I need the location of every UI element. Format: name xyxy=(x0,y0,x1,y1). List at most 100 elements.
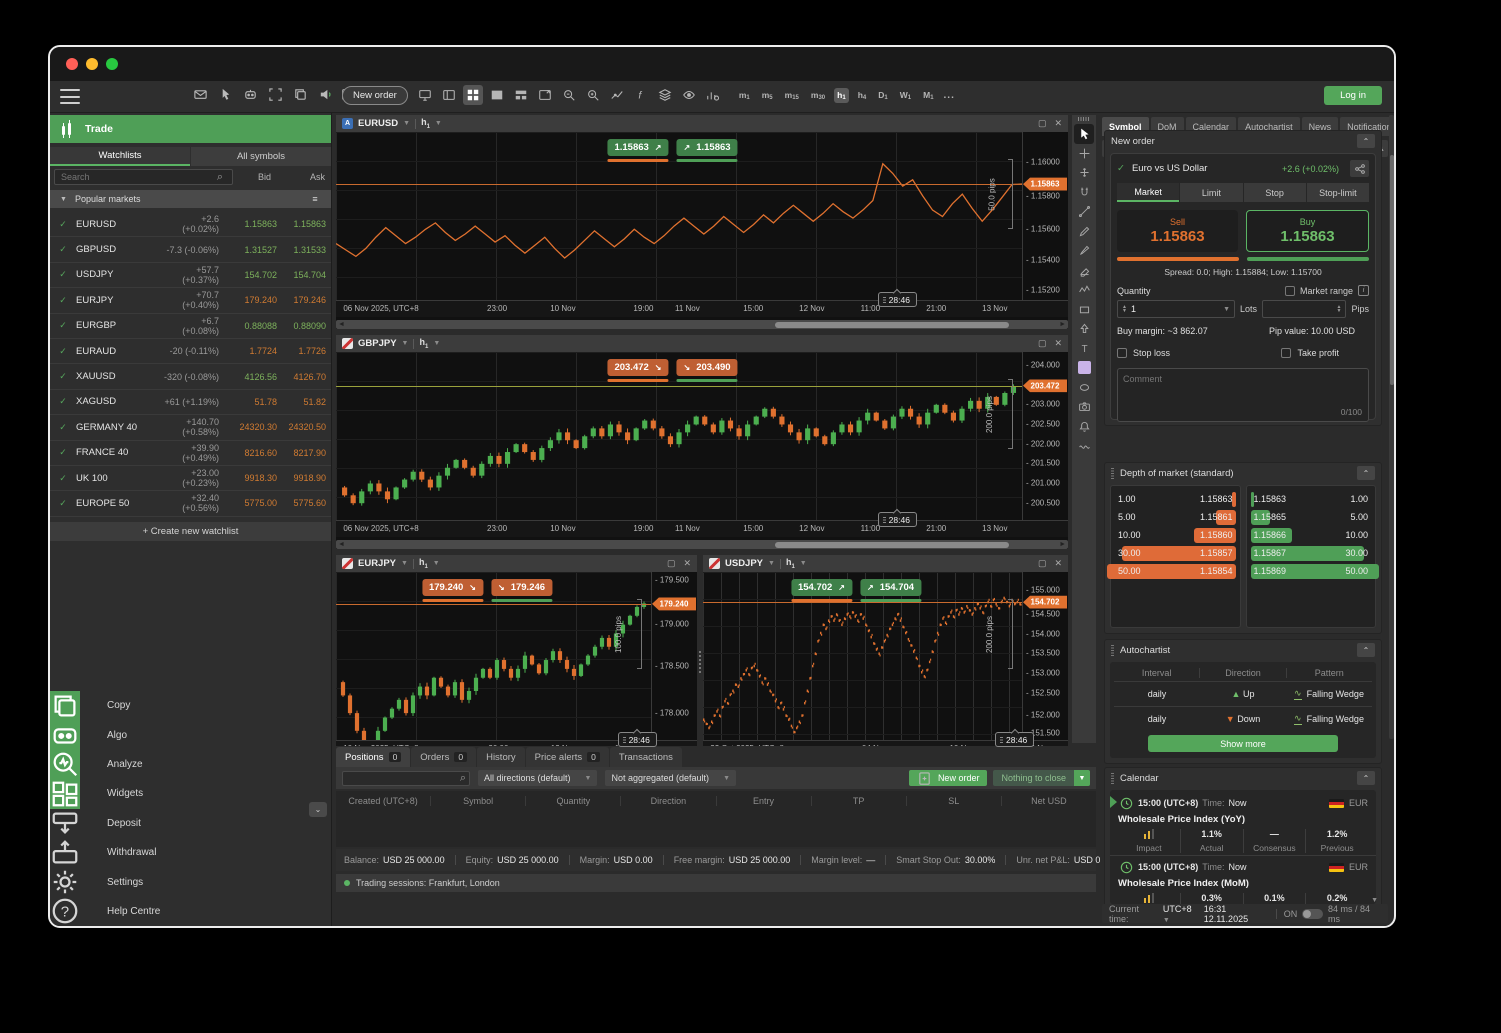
timezone-select[interactable]: UTC+8 ▼ xyxy=(1163,904,1199,924)
zoom-window-button[interactable] xyxy=(106,58,118,70)
bot-icon[interactable] xyxy=(242,86,258,102)
close-chart-button[interactable]: ✕ xyxy=(1054,338,1062,349)
strip-drag-handle[interactable] xyxy=(1078,117,1090,121)
crosshair-tool-icon[interactable] xyxy=(1074,144,1094,164)
watchlist-row-eurusd[interactable]: ✓EURUSD+2.6 (+0.02%)1.158631.15863 xyxy=(50,212,331,237)
sidebar-item-analyze[interactable]: Analyze xyxy=(50,750,331,779)
expand-tool-icon[interactable] xyxy=(535,85,555,105)
dom-bid-row[interactable]: 10.001.15860 xyxy=(1111,526,1240,544)
dom-ask-row[interactable]: 1.1586950.00 xyxy=(1247,562,1376,580)
drag-handle[interactable] xyxy=(1111,772,1114,784)
create-watchlist-button[interactable]: + Create new watchlist xyxy=(50,522,331,541)
quantity-stepper[interactable]: ▲▼ ▼ xyxy=(1117,300,1235,318)
chart-timeframe[interactable]: h1 xyxy=(421,117,430,130)
trend-tool-icon[interactable] xyxy=(607,85,627,105)
hamburger-menu-button[interactable] xyxy=(60,89,80,104)
watchlist-row-france-40[interactable]: ✓FRANCE 40+39.90 (+0.49%)8216.608217.90 xyxy=(50,441,331,466)
sidebar-scroll-down-button[interactable]: ⌄ xyxy=(309,802,327,817)
time-axis[interactable]: 06 Nov 2025, UTC+823:0010 Nov19:0011 Nov… xyxy=(336,300,1068,317)
price-axis[interactable]: 204.000203.000202.500202.000201.500201.0… xyxy=(1022,352,1068,520)
watchlist-row-germany-40[interactable]: ✓GERMANY 40+140.70 (+0.58%)24320.3024320… xyxy=(50,415,331,440)
tab-positions[interactable]: Positions0 xyxy=(336,747,410,767)
sell-quote-button[interactable]: 1.15863↗ xyxy=(607,139,668,156)
timeframe-m30[interactable]: m30 xyxy=(808,88,828,103)
linetool-tool-icon[interactable] xyxy=(1074,202,1094,222)
stepper-arrows-icon[interactable]: ▲▼ xyxy=(1122,305,1127,313)
autochartist-row[interactable]: daily▲ Up∿ Falling Wedge xyxy=(1114,681,1372,706)
scrollbar-thumb[interactable] xyxy=(775,322,1009,328)
dom-bid-row[interactable]: 50.001.15854 xyxy=(1111,562,1240,580)
func-tool-icon[interactable]: f xyxy=(631,85,651,105)
pointer-icon[interactable] xyxy=(217,86,233,102)
list-menu-icon[interactable]: ≡ xyxy=(307,191,323,207)
autochartist-row[interactable]: daily▼ Down∿ Falling Wedge xyxy=(1114,706,1372,731)
dom-bid-row[interactable]: 1.001.15863 xyxy=(1111,490,1240,508)
chart-timeframe[interactable]: h1 xyxy=(419,337,428,350)
chart-plot[interactable]: 154.702↗↗154.704200.0 pips xyxy=(703,572,1022,740)
patternz-tool-icon[interactable] xyxy=(1074,280,1094,300)
chart-plot[interactable]: 203.472↘↘203.490200.0 pips xyxy=(336,352,1022,520)
chart-scrollbar[interactable] xyxy=(336,320,1068,329)
collapse-button[interactable]: ⌃ xyxy=(1357,643,1375,657)
watchlist-row-gbpusd[interactable]: ✓GBPUSD-7.3 (-0.06%)1.315271.31533 xyxy=(50,237,331,262)
minimize-window-button[interactable] xyxy=(86,58,98,70)
quantity-input[interactable] xyxy=(1131,304,1201,314)
new-order-button[interactable]: New order xyxy=(342,86,408,105)
close-all-button[interactable]: Nothing to close▼ xyxy=(993,770,1090,786)
dom-ask-row[interactable]: 1.158631.00 xyxy=(1247,490,1376,508)
collapse-button[interactable]: ⌃ xyxy=(1357,466,1375,480)
tab-price-alerts[interactable]: Price alerts0 xyxy=(526,747,609,767)
timeframe-M1[interactable]: M1 xyxy=(920,88,936,103)
zoomout-tool-icon[interactable] xyxy=(559,85,579,105)
search-input[interactable] xyxy=(54,169,233,185)
pencil-tool-icon[interactable] xyxy=(1074,222,1094,242)
close-chart-button[interactable]: ✕ xyxy=(1054,558,1062,569)
chart-timeframe[interactable]: h1 xyxy=(419,557,428,570)
direction-filter-select[interactable]: All directions (default)▼ xyxy=(478,770,597,786)
order-type-stop-limit[interactable]: Stop-limit xyxy=(1307,183,1369,202)
sell-quote-button[interactable]: 179.240↘ xyxy=(422,579,483,596)
chevron-down-icon[interactable]: ▼ xyxy=(401,560,408,567)
ellipse-tool-icon[interactable] xyxy=(1074,378,1094,398)
close-window-button[interactable] xyxy=(66,58,78,70)
more-timeframes-button[interactable]: ... xyxy=(944,90,955,101)
layout-tool-icon[interactable] xyxy=(439,85,459,105)
drag-handle[interactable] xyxy=(1111,644,1114,656)
close-chart-button[interactable]: ✕ xyxy=(683,558,691,569)
maximize-chart-button[interactable]: ▢ xyxy=(1038,338,1047,349)
timeframe-h4[interactable]: h4 xyxy=(855,88,870,103)
dom-bid-row[interactable]: 30.001.15857 xyxy=(1111,544,1240,562)
price-axis[interactable]: 155.000154.500154.000153.500153.000152.5… xyxy=(1022,572,1068,740)
log-in-button[interactable]: Log in xyxy=(1324,86,1382,105)
right-panel-scrollbar[interactable] xyxy=(1389,115,1394,739)
watchlist-row-uk-100[interactable]: ✓UK 100+23.00 (+0.23%)9918.309918.90 xyxy=(50,466,331,491)
close-chart-button[interactable]: ✕ xyxy=(1054,118,1062,129)
wave-tool-icon[interactable] xyxy=(1074,436,1094,456)
camera-tool-icon[interactable] xyxy=(1074,397,1094,417)
price-axis[interactable]: 1.160001.158001.156001.154001.152001.158… xyxy=(1022,132,1068,300)
texttool-tool-icon[interactable]: T xyxy=(1074,339,1094,359)
monitor-tool-icon[interactable] xyxy=(415,85,435,105)
tab-history[interactable]: History xyxy=(477,747,525,767)
magnet-tool-icon[interactable] xyxy=(1074,183,1094,203)
pips-stepper[interactable]: ▲▼ xyxy=(1262,300,1346,318)
maximize-chart-button[interactable]: ▢ xyxy=(1038,558,1047,569)
buy-quote-button[interactable]: ↗154.704 xyxy=(860,579,921,596)
fullscreen-icon[interactable] xyxy=(267,86,283,102)
dom-ask-row[interactable]: 1.1586610.00 xyxy=(1247,526,1376,544)
dom-ask-row[interactable]: 1.158655.00 xyxy=(1247,508,1376,526)
watchlist-row-europe-50[interactable]: ✓EUROPE 50+32.40 (+0.56%)5775.005775.60 xyxy=(50,491,331,516)
single-tool-icon[interactable] xyxy=(487,85,507,105)
timeframe-h1[interactable]: h1 xyxy=(834,88,849,103)
sidebar-tab-all-symbols[interactable]: All symbols xyxy=(191,147,331,166)
chart-symbol[interactable]: EURUSD xyxy=(358,118,398,129)
sidebar-item-widgets[interactable]: Widgets xyxy=(50,779,331,808)
price-axis[interactable]: 179.500179.000178.500178.000179.240 xyxy=(651,572,697,740)
watchlist-row-xagusd[interactable]: ✓XAGUSD+61 (+1.19%)51.7851.82 xyxy=(50,390,331,415)
scrollbar-thumb[interactable] xyxy=(775,542,1009,548)
calendar-event[interactable]: 15:00 (UTC+8)Time:NowEURWholesale Price … xyxy=(1110,855,1376,904)
chart-timeframe[interactable]: h1 xyxy=(786,557,795,570)
order-type-stop[interactable]: Stop xyxy=(1244,183,1306,202)
info-icon[interactable]: i xyxy=(1358,285,1369,296)
aggregate-filter-select[interactable]: Not aggregated (default)▼ xyxy=(605,770,736,786)
